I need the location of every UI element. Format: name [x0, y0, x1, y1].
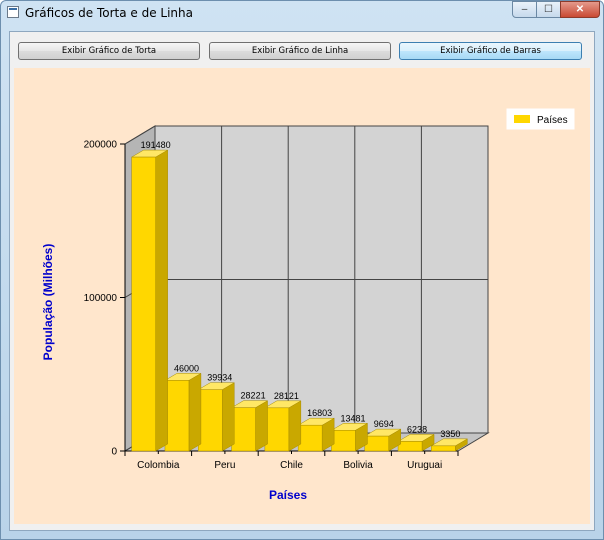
maximize-button[interactable]: ☐: [536, 1, 561, 18]
bar-side: [221, 382, 235, 452]
bar-side: [155, 149, 168, 452]
close-button[interactable]: ✕: [560, 1, 600, 18]
bar: [330, 422, 369, 452]
app-icon: [7, 6, 19, 18]
value-label: 9694: [374, 419, 394, 429]
y-tick-labels: 0 100000 200000: [84, 140, 118, 458]
x-tick-labels: Colombia Peru Chile Bolivia Uruguai: [137, 460, 442, 471]
bar-front: [331, 430, 356, 452]
bar-front: [198, 389, 223, 452]
value-label: 16803: [307, 408, 332, 418]
x-tick-label: Chile: [280, 460, 303, 471]
bar-front: [297, 424, 323, 452]
bar: [297, 417, 336, 452]
bar-front: [364, 435, 389, 452]
show-pie-chart-button[interactable]: Exibir Gráfico de Torta: [18, 42, 200, 60]
bar: [164, 372, 202, 452]
show-line-chart-button[interactable]: Exibir Gráfico de Linha: [209, 42, 391, 60]
x-tick-label: Uruguai: [407, 460, 442, 471]
chart-area: 3350 6238 9694 13481 16803 28121 28221 39934 460…: [14, 68, 590, 524]
show-bar-chart-button[interactable]: Exibir Gráfico de Barras: [399, 42, 582, 60]
x-tick-label: Peru: [214, 460, 235, 471]
legend-label: Países: [537, 115, 568, 126]
bar-front: [231, 407, 256, 452]
bar-side: [288, 400, 302, 452]
bar-front: [264, 407, 290, 452]
minimize-button[interactable]: –: [512, 1, 537, 18]
value-label: 6238: [407, 424, 427, 434]
bar-front: [131, 156, 156, 452]
legend: Países: [506, 108, 575, 130]
bar-front: [164, 380, 190, 452]
y-tick-label: 100000: [84, 293, 118, 304]
value-label: 28221: [241, 391, 266, 401]
bar-front: [431, 445, 456, 452]
bar: [197, 382, 236, 452]
bar: [130, 149, 169, 452]
x-axis-title: Países: [269, 488, 307, 502]
bar-front: [397, 441, 423, 452]
value-label: 46000: [174, 363, 199, 373]
value-label: 191480: [141, 140, 171, 150]
x-tick-label: Colombia: [137, 460, 180, 471]
value-label: 3350: [440, 429, 460, 439]
value-label: 39934: [207, 373, 232, 383]
client-area: Exibir Gráfico de Torta Exibir Gráfico d…: [9, 31, 595, 531]
bar: [263, 400, 302, 452]
value-label: 13481: [340, 413, 365, 423]
y-axis-title: População (Milhões): [41, 244, 55, 361]
bar: [230, 400, 269, 452]
window-title: Gráficos de Torta e de Linha: [25, 6, 193, 20]
app-window: Gráficos de Torta e de Linha – ☐ ✕ Exibi…: [0, 0, 604, 540]
bar-side: [188, 372, 202, 452]
legend-swatch: [514, 115, 530, 123]
title-bar[interactable]: Gráficos de Torta e de Linha – ☐ ✕: [1, 1, 603, 25]
y-tick-label: 0: [111, 447, 117, 458]
value-label: 28121: [274, 391, 299, 401]
population-chart: 3350 6238 9694 13481 16803 28121 28221 39934 460…: [41, 108, 575, 502]
y-tick-label: 200000: [84, 140, 118, 151]
bar-side: [255, 400, 268, 452]
x-tick-label: Bolivia: [343, 460, 373, 471]
